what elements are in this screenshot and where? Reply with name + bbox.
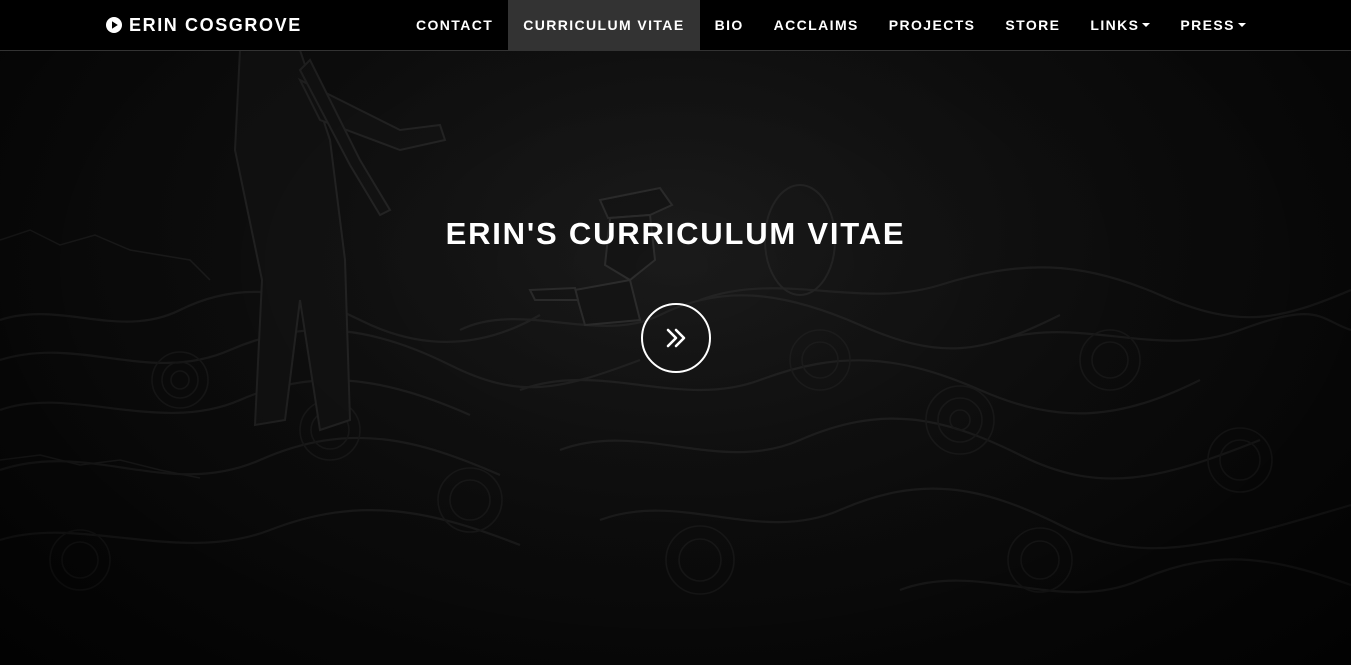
nav-item-curriculum-vitae[interactable]: CURRICULUM VITAE	[508, 0, 700, 50]
scroll-down-button[interactable]	[641, 303, 711, 373]
caret-down-icon	[1142, 23, 1151, 27]
caret-down-icon	[1237, 23, 1246, 27]
nav-item-projects[interactable]: PROJECTS	[874, 0, 991, 50]
nav-item-label: PRESS	[1180, 17, 1235, 33]
nav-item-label: BIO	[714, 17, 744, 33]
brand-name: ERIN COSGROVE	[129, 14, 302, 35]
nav-item-label: CURRICULUM VITAE	[523, 17, 685, 33]
nav-item-label: PROJECTS	[888, 17, 976, 33]
nav-item-acclaims[interactable]: ACCLAIMS	[759, 0, 874, 50]
nav-item-press-dropdown[interactable]: PRESS	[1165, 0, 1260, 50]
page: ERIN COSGROVE CONTACT CURRICULUM VITAE B…	[0, 0, 1351, 665]
nav-item-bio[interactable]: BIO	[700, 0, 759, 50]
nav-item-label: CONTACT	[416, 17, 494, 33]
main-nav: CONTACT CURRICULUM VITAE BIO ACCLAIMS PR…	[401, 0, 1261, 50]
page-title: ERIN'S CURRICULUM VITAE	[445, 216, 906, 251]
double-chevron-right-icon	[666, 328, 686, 348]
top-navbar: ERIN COSGROVE CONTACT CURRICULUM VITAE B…	[0, 0, 1351, 51]
nav-item-label: ACCLAIMS	[773, 17, 859, 33]
nav-item-label: LINKS	[1090, 17, 1140, 33]
play-circle-icon	[106, 17, 122, 33]
nav-item-store[interactable]: STORE	[990, 0, 1075, 50]
nav-item-contact[interactable]: CONTACT	[401, 0, 508, 50]
brand-link[interactable]: ERIN COSGROVE	[106, 0, 302, 50]
nav-item-label: STORE	[1005, 17, 1061, 33]
nav-item-links-dropdown[interactable]: LINKS	[1075, 0, 1165, 50]
